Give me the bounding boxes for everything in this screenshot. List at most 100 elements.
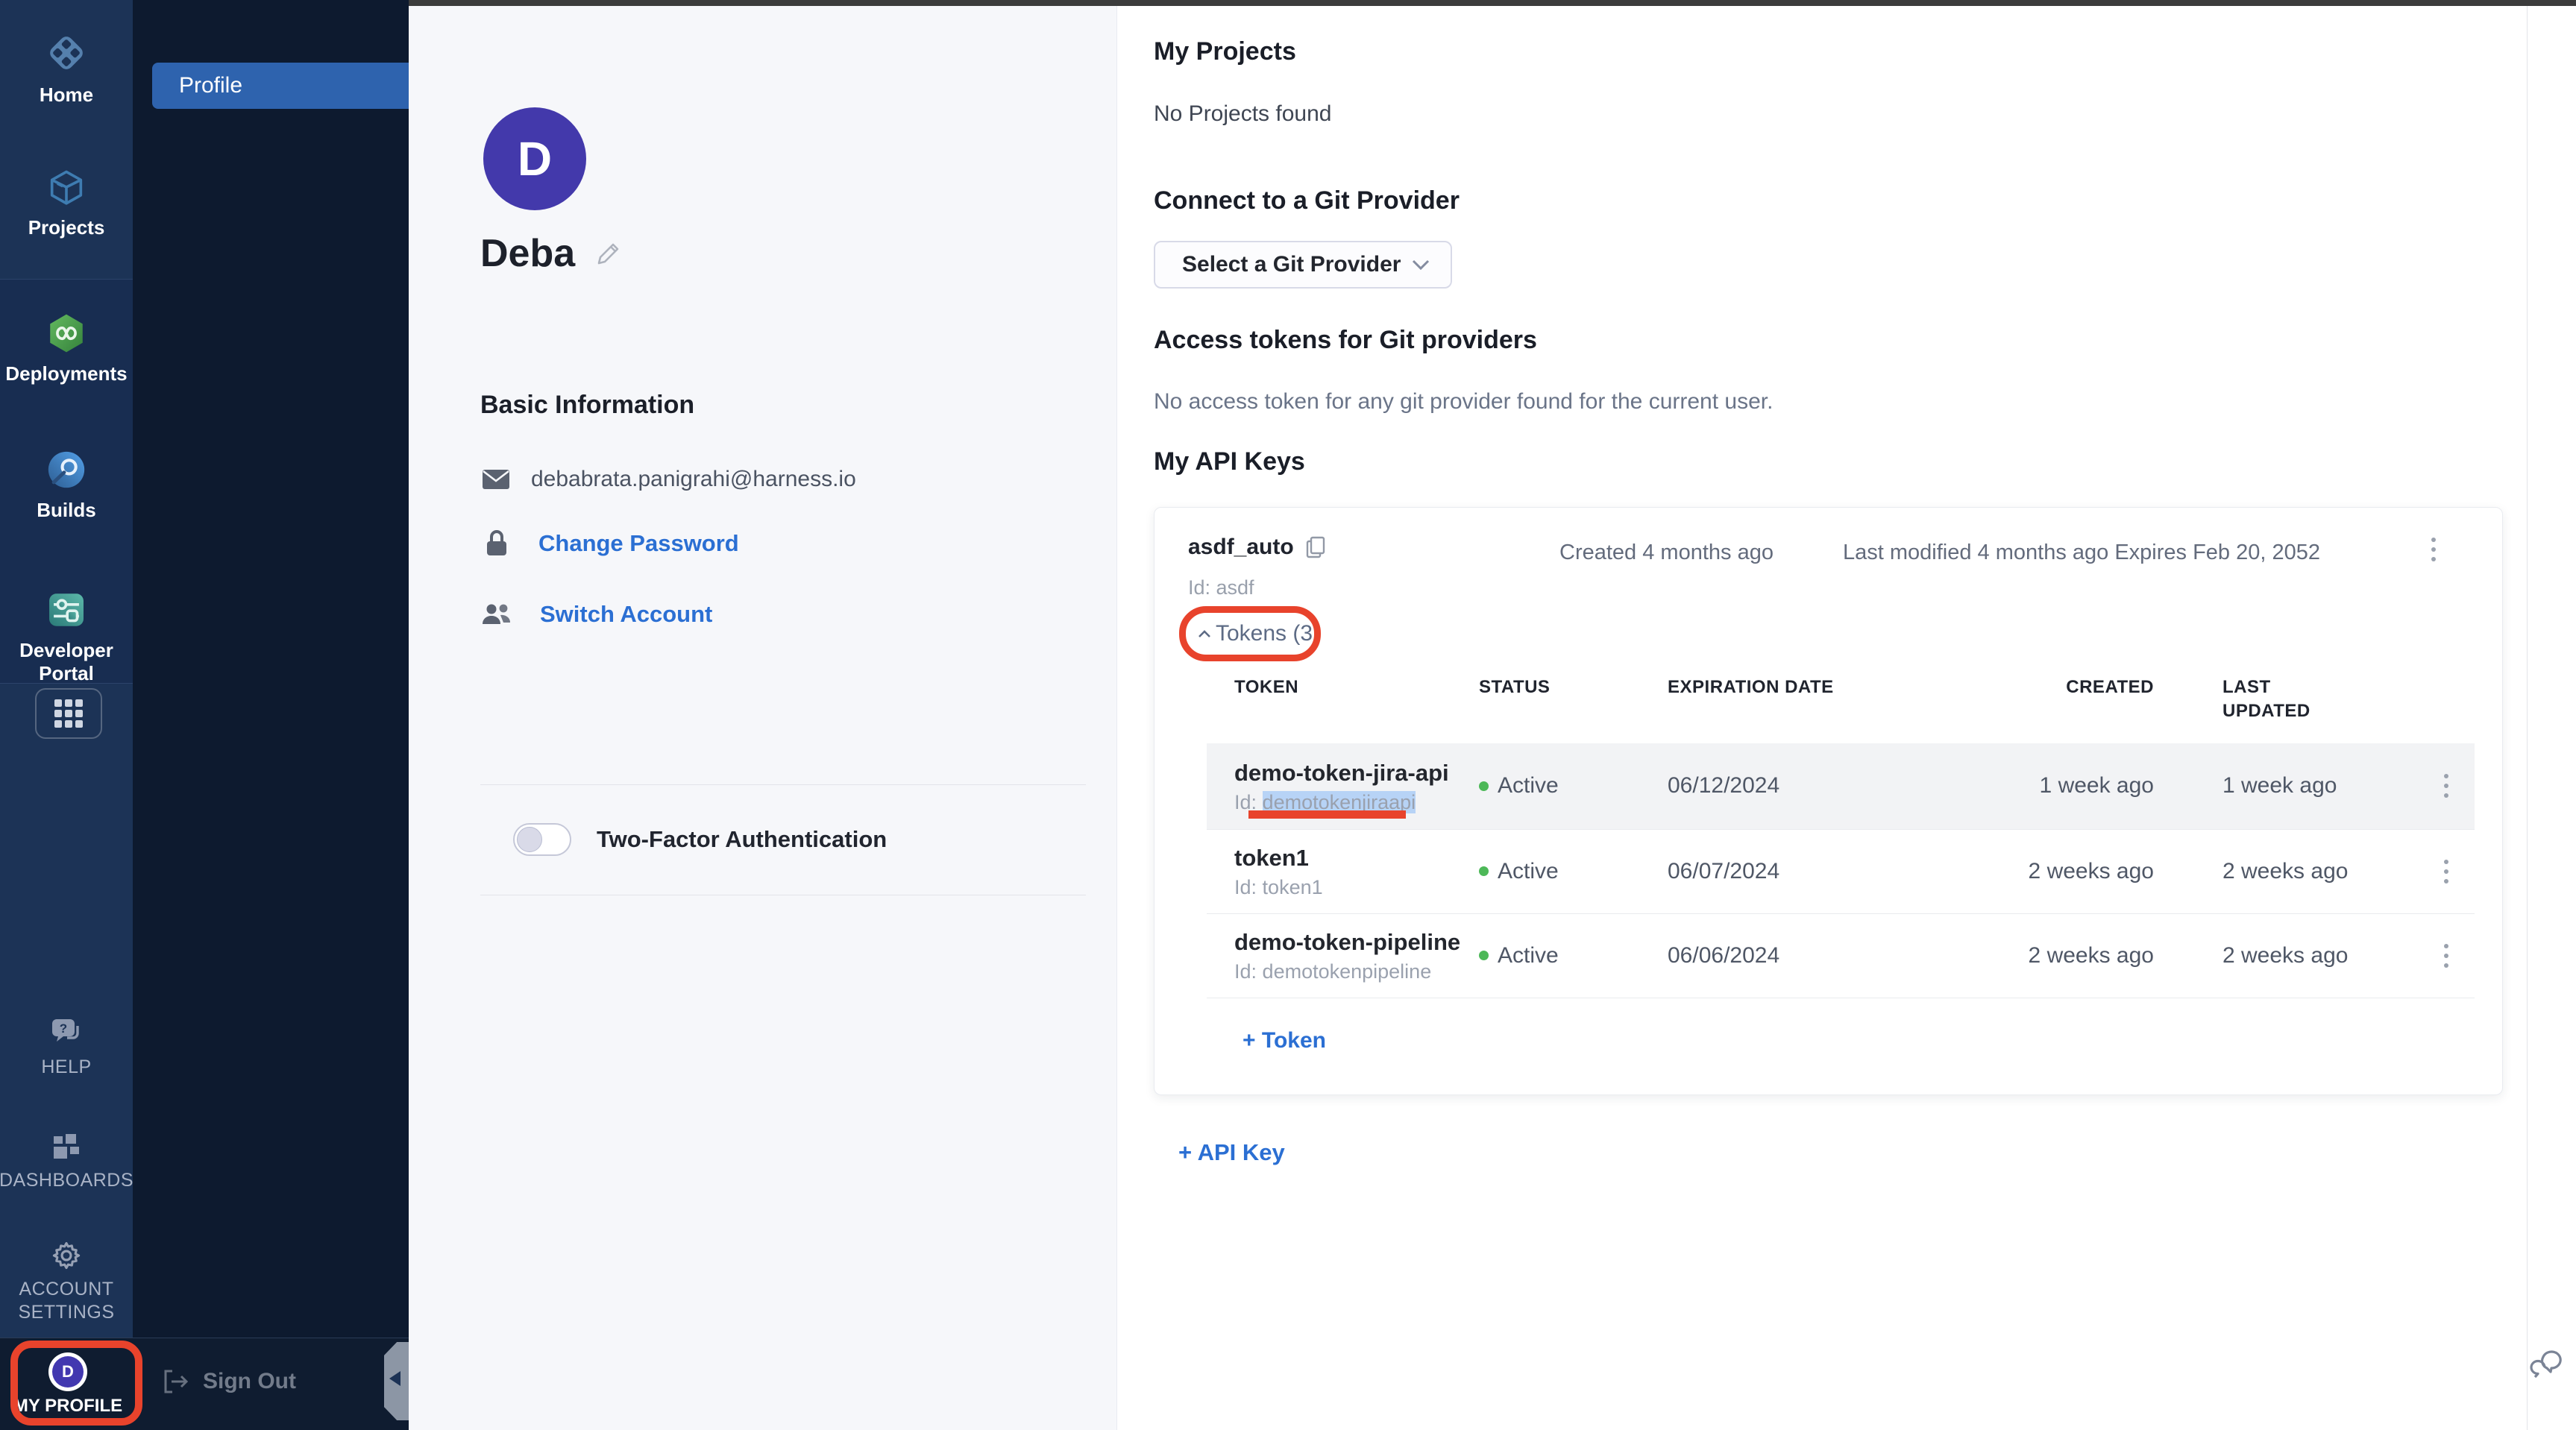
profile-tab-label: Profile <box>179 73 242 98</box>
token-created: 1 week ago <box>1960 773 2154 799</box>
two-factor-toggle[interactable] <box>513 823 571 856</box>
help-chat-icon: ? <box>48 1017 85 1050</box>
git-provider-title: Connect to a Git Provider <box>1154 186 1460 215</box>
api-key-id: Id: asdf <box>1188 576 1254 599</box>
git-provider-select[interactable]: Select a Git Provider <box>1154 241 1452 289</box>
builds-sphere-icon <box>45 448 88 491</box>
toggle-knob <box>517 827 542 852</box>
divider <box>480 784 1086 785</box>
sidebar-item-builds[interactable]: Builds <box>0 448 133 522</box>
sidebar-item-label: ACCOUNTSETTINGS <box>18 1278 114 1323</box>
sidebar-item-deployments[interactable]: Deployments <box>0 312 133 385</box>
my-projects-title: My Projects <box>1154 37 1296 66</box>
token-row[interactable]: token1 Id: token1 Active 06/07/2024 2 we… <box>1207 830 2475 914</box>
sidebar-item-label: Deployments <box>5 362 127 385</box>
email-value: debabrata.panigrahi@harness.io <box>531 467 856 492</box>
change-password-link[interactable]: Change Password <box>538 530 739 557</box>
secondary-sidebar: Profile <box>133 0 409 1430</box>
sidebar-item-help[interactable]: ? HELP <box>0 1017 133 1079</box>
sidebar-item-account-settings[interactable]: ACCOUNTSETTINGS <box>0 1239 133 1323</box>
grid-icon <box>54 699 83 728</box>
token-menu-button[interactable] <box>2422 944 2470 968</box>
sidebar-item-profile-selected[interactable]: Profile <box>152 63 409 109</box>
token-name: demo-token-pipeline <box>1234 927 1479 957</box>
annotation-underline-token-id <box>1248 810 1406 819</box>
sign-out-button[interactable]: Sign Out <box>163 1369 296 1394</box>
sidebar-item-label: Projects <box>28 216 105 239</box>
token-id: Id: demotokenpipeline <box>1234 960 1479 983</box>
sidebar-item-dashboards[interactable]: DASHBOARDS <box>0 1132 133 1192</box>
sidebar-item-developer-portal[interactable]: Developer Portal <box>0 588 133 684</box>
token-created: 2 weeks ago <box>1960 859 2154 884</box>
col-header-created: CREATED <box>1960 675 2154 699</box>
token-status: Active <box>1479 773 1668 799</box>
profile-panel <box>409 6 1117 1430</box>
token-expiration: 06/06/2024 <box>1668 943 1960 968</box>
user-name: Deba <box>480 231 575 276</box>
my-projects-empty: No Projects found <box>1154 101 1331 127</box>
token-expiration: 06/07/2024 <box>1668 859 1960 884</box>
add-token-button[interactable]: + Token <box>1243 1028 1326 1053</box>
switch-account-row: Switch Account <box>480 601 712 628</box>
api-key-card: asdf_auto Id: asdf Created 4 months ago … <box>1154 507 2503 1095</box>
two-factor-label: Two-Factor Authentication <box>597 826 887 853</box>
col-header-expiration: EXPIRATION DATE <box>1668 675 1960 699</box>
token-menu-button[interactable] <box>2422 774 2470 798</box>
api-key-name: asdf_auto <box>1188 535 1294 560</box>
primary-sidebar: Home Projects Deployments <box>0 0 133 1430</box>
scroll-gutter-divider <box>2527 6 2528 1430</box>
sidebar-item-label: Builds <box>37 499 95 522</box>
token-created: 2 weeks ago <box>1960 943 2154 968</box>
chat-help-button[interactable] <box>2530 1345 2567 1385</box>
dashboards-grid-icon <box>51 1132 81 1162</box>
sidebar-item-projects[interactable]: Projects <box>0 166 133 239</box>
module-selector-button[interactable] <box>35 688 102 739</box>
profile-avatar-letter: D <box>518 131 552 186</box>
chevron-down-icon <box>1412 259 1430 270</box>
annotation-box-my-profile <box>10 1341 142 1426</box>
token-updated: 2 weeks ago <box>2154 859 2422 884</box>
token-name: demo-token-jira-api <box>1234 758 1479 788</box>
token-expiration: 06/12/2024 <box>1668 773 1960 799</box>
tokens-table: TOKEN STATUS EXPIRATION DATE CREATED LAS… <box>1207 675 2475 998</box>
user-name-row: Deba <box>480 231 623 276</box>
sidebar-item-label: Home <box>40 84 93 107</box>
switch-account-icon <box>480 602 513 627</box>
sidebar-item-home[interactable]: Home <box>0 30 133 107</box>
copy-icon[interactable] <box>1306 536 1325 558</box>
access-tokens-empty: No access token for any git provider fou… <box>1154 389 1773 415</box>
mail-icon <box>482 469 510 490</box>
api-key-created: Created 4 months ago <box>1559 541 1774 565</box>
api-key-menu-button[interactable] <box>2431 538 2436 561</box>
svg-text:?: ? <box>60 1021 67 1036</box>
git-provider-select-value: Select a Git Provider <box>1182 252 1401 277</box>
sidebar-item-label: HELP <box>41 1056 91 1079</box>
cube-icon <box>45 166 88 209</box>
profile-avatar[interactable]: D <box>483 107 586 210</box>
token-status: Active <box>1479 943 1668 968</box>
api-key-name-row: asdf_auto <box>1188 535 1325 560</box>
sidebar-item-label: DASHBOARDS <box>0 1169 133 1192</box>
token-menu-button[interactable] <box>2422 860 2470 883</box>
status-dot-icon <box>1479 866 1489 876</box>
status-dot-icon <box>1479 781 1489 791</box>
sidebar-item-label: Developer Portal <box>7 639 126 684</box>
sign-out-icon <box>163 1369 189 1394</box>
col-header-token: TOKEN <box>1234 675 1479 699</box>
sign-out-label: Sign Out <box>203 1369 296 1394</box>
lock-icon <box>485 529 509 558</box>
col-header-updated: LAST UPDATED <box>2154 675 2422 724</box>
harness-home-icon <box>43 30 89 76</box>
chat-bubbles-icon <box>2530 1345 2567 1381</box>
switch-account-link[interactable]: Switch Account <box>540 601 712 628</box>
deployments-hexagon-icon <box>45 312 88 355</box>
developer-portal-icon <box>45 588 88 631</box>
add-api-key-button[interactable]: + API Key <box>1178 1139 1285 1166</box>
edit-pencil-icon[interactable] <box>594 239 623 268</box>
annotation-box-tokens <box>1179 606 1321 661</box>
token-row[interactable]: demo-token-pipeline Id: demotokenpipelin… <box>1207 914 2475 998</box>
access-tokens-title: Access tokens for Git providers <box>1154 326 1537 355</box>
basic-information-title: Basic Information <box>480 391 694 420</box>
col-header-status: STATUS <box>1479 675 1668 699</box>
status-dot-icon <box>1479 951 1489 960</box>
